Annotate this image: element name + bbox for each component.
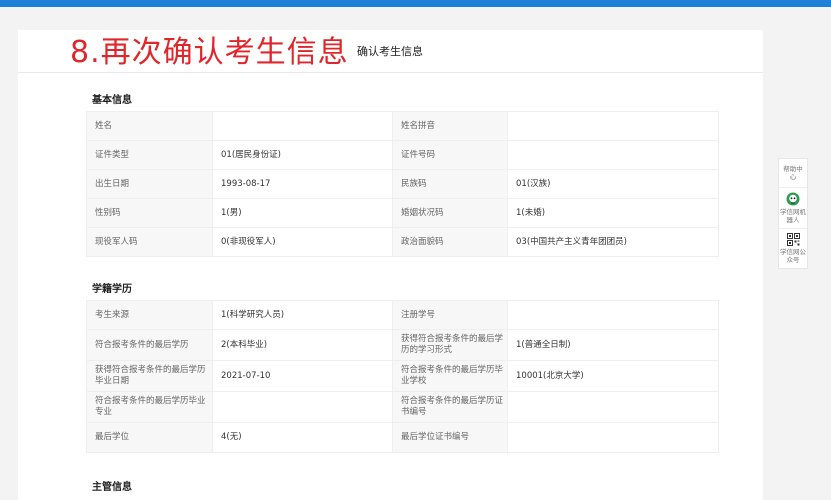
field-label: 符合报考条件的最后学历毕业专业 (86, 391, 213, 423)
field-label: 获得符合报考条件的最后学历毕业日期 (86, 360, 213, 392)
table-row: 符合报考条件的最后学历 2(本科毕业) 获得符合报考条件的最后学历的学习形式 1… (86, 329, 719, 361)
field-value: 2021-07-10 (212, 360, 393, 392)
field-label: 最后学位证书编号 (392, 422, 508, 453)
field-label: 政治面貌码 (392, 227, 508, 257)
field-label: 符合报考条件的最后学历毕业学校 (392, 360, 508, 392)
field-value: 4(无) (212, 422, 393, 453)
table-row: 现役军人码 0(非现役军人) 政治面貌码 03(中国共产主义青年团团员) (86, 227, 719, 257)
field-value (507, 422, 719, 453)
education-info-table: 考生来源 1(科学研究人员) 注册学号 符合报考条件的最后学历 2(本科毕业) … (86, 300, 719, 453)
field-label: 符合报考条件的最后学历 (86, 329, 213, 361)
field-value: 1(普通全日制) (507, 329, 719, 361)
field-label: 考生来源 (86, 300, 213, 330)
help-center-button[interactable]: 帮助中心 (779, 159, 807, 188)
section-title-basic: 基本信息 (92, 95, 132, 106)
field-value: 1(未婚) (507, 198, 719, 228)
field-value (212, 391, 393, 423)
table-row: 最后学位 4(无) 最后学位证书编号 (86, 422, 719, 453)
floating-sidebar: 帮助中心 学信网机器人 学信网公众号 (778, 158, 808, 269)
field-label: 性别码 (86, 198, 213, 228)
section-title-education: 学籍学历 (92, 284, 132, 295)
field-value (507, 111, 719, 141)
field-value: 1(科学研究人员) (212, 300, 393, 330)
robot-avatar-icon (786, 192, 800, 206)
field-label: 证件类型 (86, 140, 213, 170)
field-value (507, 391, 719, 423)
field-label: 婚姻状况码 (392, 198, 508, 228)
field-label: 注册学号 (392, 300, 508, 330)
field-value: 03(中国共产主义青年团团员) (507, 227, 719, 257)
step-caption: 8.再次确认考生信息 (70, 35, 349, 70)
table-row: 获得符合报考条件的最后学历毕业日期 2021-07-10 符合报考条件的最后学历… (86, 360, 719, 392)
robot-button[interactable]: 学信网机器人 (779, 188, 807, 229)
table-row: 考生来源 1(科学研究人员) 注册学号 (86, 300, 719, 330)
field-label: 符合报考条件的最后学历证书编号 (392, 391, 508, 423)
field-label: 最后学位 (86, 422, 213, 453)
official-account-button[interactable]: 学信网公众号 (779, 229, 807, 268)
qr-code-icon (786, 233, 800, 246)
page-title: 确认考生信息 (357, 45, 423, 58)
field-value: 1(男) (212, 198, 393, 228)
field-label: 姓名 (86, 111, 213, 141)
top-accent-bar (0, 0, 831, 7)
table-row: 性别码 1(男) 婚姻状况码 1(未婚) (86, 198, 719, 228)
field-label: 现役军人码 (86, 227, 213, 257)
field-label: 获得符合报考条件的最后学历的学习形式 (392, 329, 508, 361)
field-value: 10001(北京大学) (507, 360, 719, 392)
field-value (507, 140, 719, 170)
field-value (507, 300, 719, 330)
table-row: 出生日期 1993-08-17 民族码 01(汉族) (86, 169, 719, 199)
field-label: 民族码 (392, 169, 508, 199)
title-divider (18, 72, 763, 73)
field-value: 1993-08-17 (212, 169, 393, 199)
field-label: 证件号码 (392, 140, 508, 170)
help-center-label: 帮助中心 (783, 165, 803, 181)
official-account-label: 学信网公众号 (780, 248, 806, 264)
table-row: 姓名 姓名拼音 (86, 111, 719, 141)
table-row: 证件类型 01(居民身份证) 证件号码 (86, 140, 719, 170)
field-label: 姓名拼音 (392, 111, 508, 141)
basic-info-table: 姓名 姓名拼音 证件类型 01(居民身份证) 证件号码 出生日期 1993-08… (86, 111, 719, 257)
field-label: 出生日期 (86, 169, 213, 199)
field-value: 2(本科毕业) (212, 329, 393, 361)
field-value: 01(汉族) (507, 169, 719, 199)
table-row: 符合报考条件的最后学历毕业专业 符合报考条件的最后学历证书编号 (86, 391, 719, 423)
field-value: 01(居民身份证) (212, 140, 393, 170)
field-value: 0(非现役军人) (212, 227, 393, 257)
field-value (212, 111, 393, 141)
robot-label: 学信网机器人 (780, 208, 806, 224)
